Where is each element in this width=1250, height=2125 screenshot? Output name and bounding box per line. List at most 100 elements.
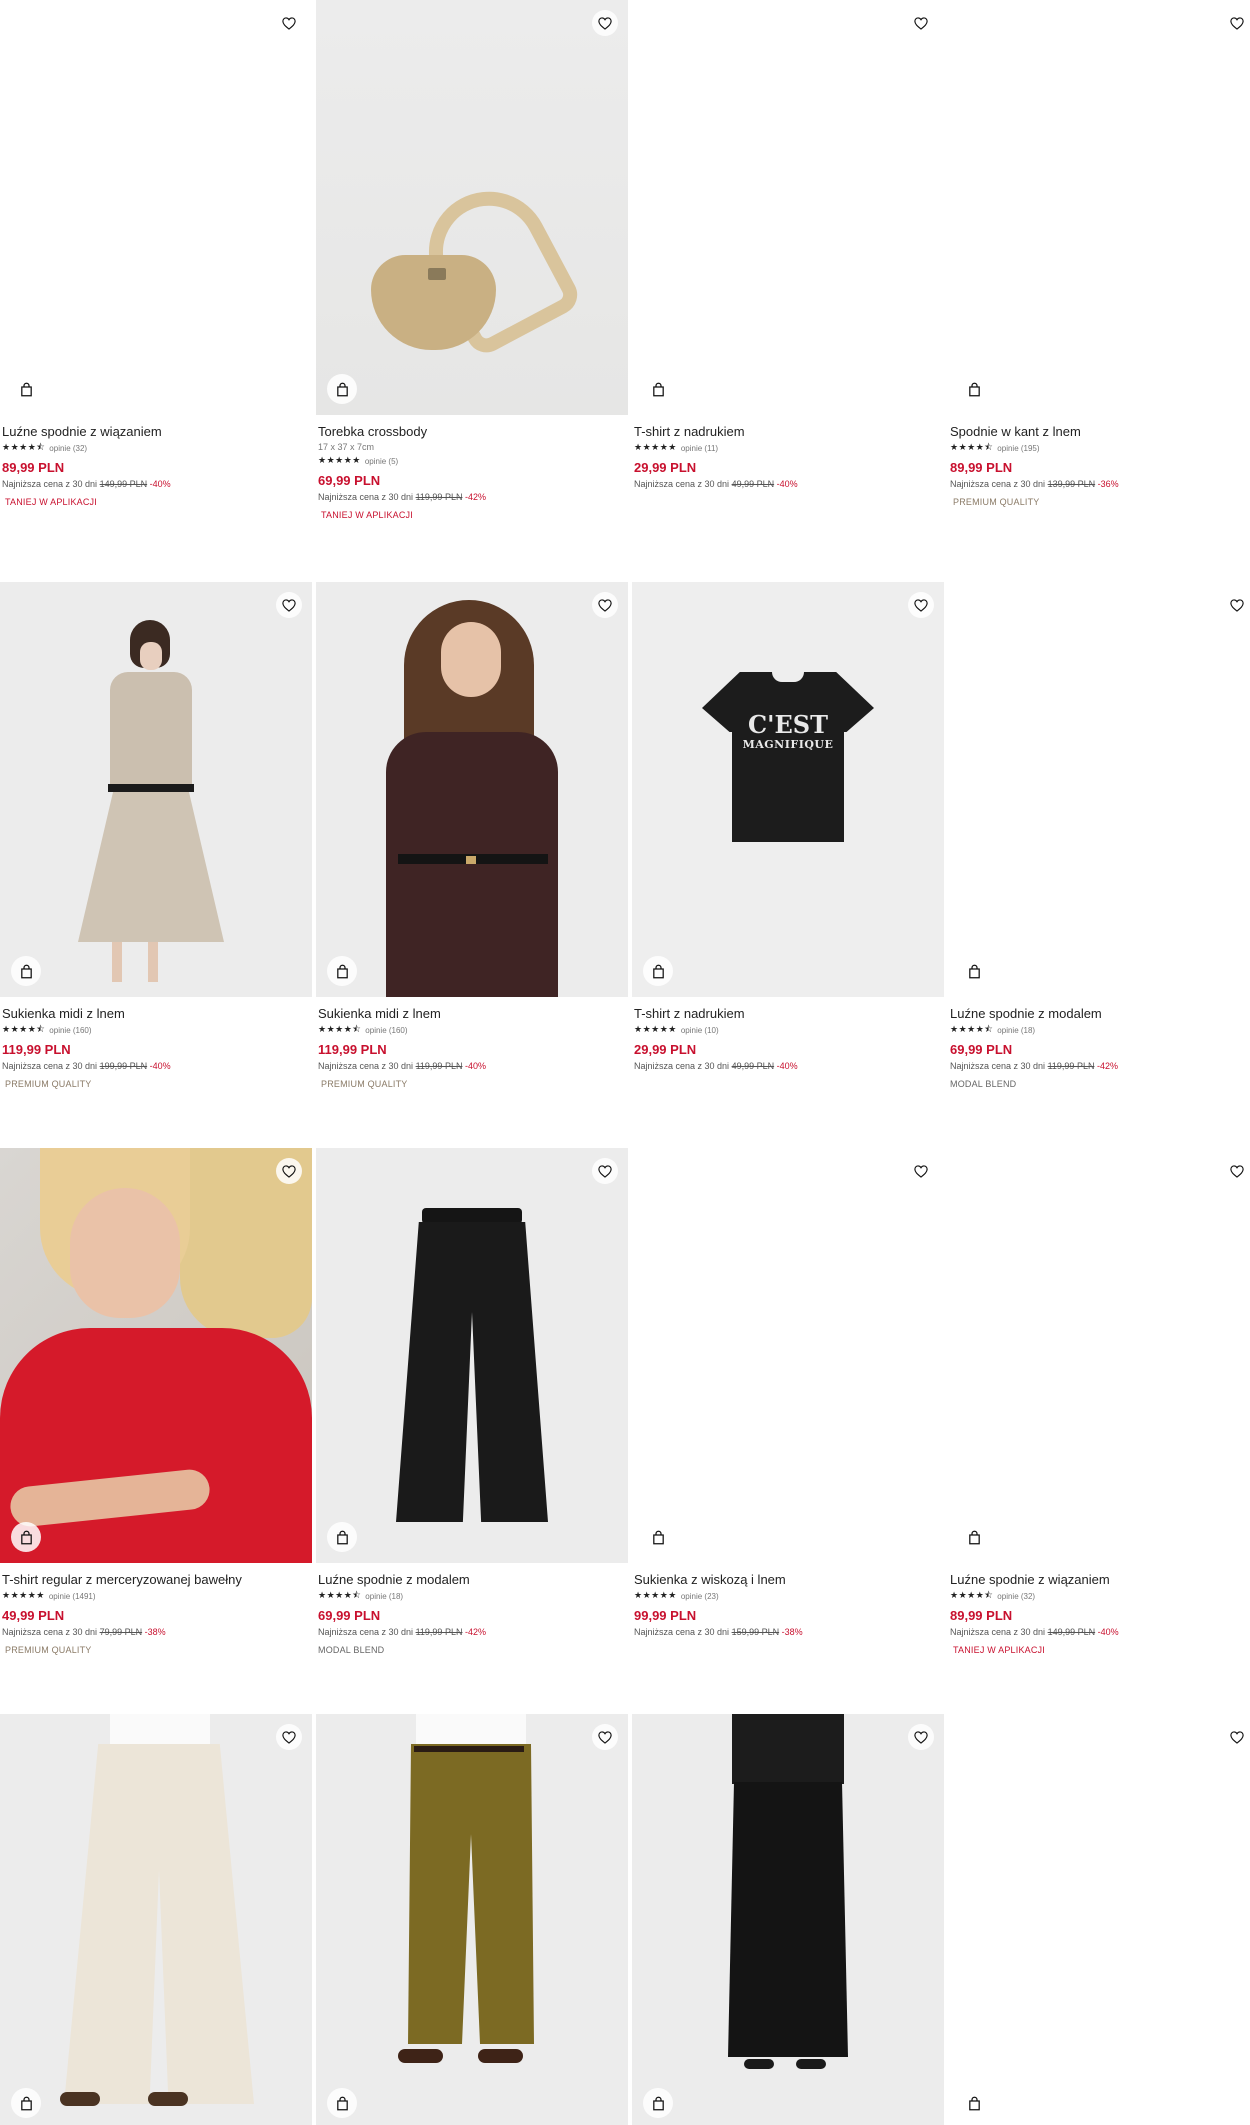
add-to-cart-button[interactable] [959, 2088, 989, 2118]
product-name[interactable]: Sukienka z wiskozą i lnem [634, 1571, 942, 1588]
product-card[interactable]: Luźne spodnie z wiązaniem ★★★★⯪ opinie (… [948, 1148, 1250, 1656]
add-to-cart-button[interactable] [643, 1522, 673, 1552]
product-image[interactable] [316, 1714, 628, 2125]
add-to-wishlist-button[interactable] [276, 1724, 302, 1750]
add-to-cart-button[interactable] [327, 1522, 357, 1552]
old-price: 119,99 PLN [1047, 1061, 1095, 1071]
product-card[interactable]: T-shirt z nadrukiem ★★★★★ opinie (11) 29… [632, 0, 944, 490]
product-card[interactable]: Luźne spodnie z wiązaniem ★★★★⯪ opinie (… [0, 0, 312, 508]
product-card[interactable]: C'EST MAGNIFIQUE T-shirt z nadrukiem ★★★… [632, 582, 944, 1072]
add-to-cart-button[interactable] [959, 374, 989, 404]
product-name[interactable]: Luźne spodnie z modalem [950, 1005, 1250, 1022]
product-card[interactable]: Spodnie w kant z lnem ★★★★⯪ opinie (195)… [948, 0, 1250, 508]
product-name[interactable]: T-shirt z nadrukiem [634, 1005, 942, 1022]
add-to-cart-button[interactable] [11, 956, 41, 986]
lowest-price-label: Najniższa cena z 30 dni [318, 492, 414, 502]
product-card[interactable] [0, 1714, 312, 2125]
add-to-cart-button[interactable] [643, 374, 673, 404]
add-to-cart-button[interactable] [643, 956, 673, 986]
product-name[interactable]: Luźne spodnie z wiązaniem [950, 1571, 1250, 1588]
product-card[interactable]: Torebka crossbody 17 x 37 x 7cm ★★★★★ op… [316, 0, 628, 521]
product-image[interactable] [0, 0, 312, 415]
product-card[interactable]: Sukienka midi z lnem ★★★★⯪ opinie (160) … [0, 582, 312, 1090]
add-to-cart-button[interactable] [643, 2088, 673, 2118]
add-to-cart-button[interactable] [11, 374, 41, 404]
product-name[interactable]: Luźne spodnie z wiązaniem [2, 423, 310, 440]
product-card[interactable]: T-shirt regular z merceryzowanej bawełny… [0, 1148, 312, 1656]
heart-icon [914, 1164, 928, 1178]
lowest-price-30-days: Najniższa cena z 30 dni 199,99 PLN -40% [2, 1060, 310, 1072]
heart-icon [598, 1730, 612, 1744]
add-to-wishlist-button[interactable] [908, 1158, 934, 1184]
product-card[interactable]: Luźne spodnie z modalem ★★★★⯪ opinie (18… [948, 582, 1250, 1090]
shopping-bag-icon [20, 964, 32, 978]
add-to-cart-button[interactable] [327, 374, 357, 404]
product-name[interactable]: Torebka crossbody [318, 423, 626, 440]
rating-stars: ★★★★⯪ [950, 1591, 994, 1601]
lowest-price-label: Najniższa cena z 30 dni [634, 1061, 730, 1071]
add-to-cart-button[interactable] [327, 2088, 357, 2118]
shopping-bag-icon [20, 2096, 32, 2110]
add-to-cart-button[interactable] [327, 956, 357, 986]
product-name[interactable]: Sukienka midi z lnem [2, 1005, 310, 1022]
add-to-wishlist-button[interactable] [1224, 10, 1250, 36]
product-card[interactable]: Sukienka z wiskozą i lnem ★★★★★ opinie (… [632, 1148, 944, 1638]
product-card[interactable] [948, 1714, 1250, 2125]
add-to-wishlist-button[interactable] [592, 1158, 618, 1184]
lowest-price-label: Najniższa cena z 30 dni [634, 1627, 730, 1637]
review-count: opinie (18) [997, 1025, 1036, 1035]
product-rating: ★★★★⯪ opinie (160) [318, 1024, 626, 1036]
product-name[interactable]: Sukienka midi z lnem [318, 1005, 626, 1022]
add-to-wishlist-button[interactable] [276, 10, 302, 36]
product-image[interactable] [632, 1148, 944, 1563]
add-to-wishlist-button[interactable] [908, 592, 934, 618]
product-name[interactable]: T-shirt regular z merceryzowanej bawełny [2, 1571, 310, 1588]
product-image[interactable] [948, 1714, 1250, 2125]
product-image[interactable] [0, 1148, 312, 1563]
add-to-wishlist-button[interactable] [1224, 1724, 1250, 1750]
product-image[interactable] [316, 582, 628, 997]
product-price: 69,99 PLN [318, 473, 381, 488]
product-card[interactable] [316, 1714, 628, 2125]
product-image[interactable] [0, 582, 312, 997]
product-image[interactable] [948, 582, 1250, 997]
add-to-cart-button[interactable] [11, 1522, 41, 1552]
lowest-price-label: Najniższa cena z 30 dni [2, 1627, 98, 1637]
product-image[interactable] [948, 1148, 1250, 1563]
product-name[interactable]: Spodnie w kant z lnem [950, 423, 1250, 440]
lowest-price-label: Najniższa cena z 30 dni [950, 479, 1046, 489]
product-image[interactable] [632, 1714, 944, 2125]
product-image[interactable] [316, 0, 628, 415]
add-to-cart-button[interactable] [959, 956, 989, 986]
product-image[interactable]: C'EST MAGNIFIQUE [632, 582, 944, 997]
discount-percent: -42% [464, 492, 486, 502]
product-image[interactable] [0, 1714, 312, 2125]
add-to-cart-button[interactable] [11, 2088, 41, 2118]
add-to-wishlist-button[interactable] [1224, 1158, 1250, 1184]
heart-icon [598, 598, 612, 612]
product-image[interactable] [948, 0, 1250, 415]
product-card[interactable] [632, 1714, 944, 2125]
add-to-wishlist-button[interactable] [908, 1724, 934, 1750]
product-card[interactable]: Luźne spodnie z modalem ★★★★⯪ opinie (18… [316, 1148, 628, 1656]
add-to-wishlist-button[interactable] [908, 10, 934, 36]
rating-stars: ★★★★⯪ [318, 1591, 362, 1601]
product-card[interactable]: Sukienka midi z lnem ★★★★⯪ opinie (160) … [316, 582, 628, 1090]
discount-percent: -40% [149, 479, 171, 489]
add-to-wishlist-button[interactable] [592, 10, 618, 36]
lowest-price-30-days: Najniższa cena z 30 dni 159,99 PLN -38% [634, 1626, 942, 1638]
product-image[interactable] [316, 1148, 628, 1563]
product-name[interactable]: T-shirt z nadrukiem [634, 423, 942, 440]
add-to-cart-button[interactable] [959, 1522, 989, 1552]
add-to-wishlist-button[interactable] [592, 592, 618, 618]
discount-percent: -42% [464, 1627, 486, 1637]
add-to-wishlist-button[interactable] [276, 592, 302, 618]
add-to-wishlist-button[interactable] [592, 1724, 618, 1750]
product-image[interactable] [632, 0, 944, 415]
shopping-bag-icon [968, 964, 980, 978]
add-to-wishlist-button[interactable] [276, 1158, 302, 1184]
add-to-wishlist-button[interactable] [1224, 592, 1250, 618]
product-price: 69,99 PLN [318, 1608, 381, 1623]
product-name[interactable]: Luźne spodnie z modalem [318, 1571, 626, 1588]
lowest-price-label: Najniższa cena z 30 dni [950, 1061, 1046, 1071]
